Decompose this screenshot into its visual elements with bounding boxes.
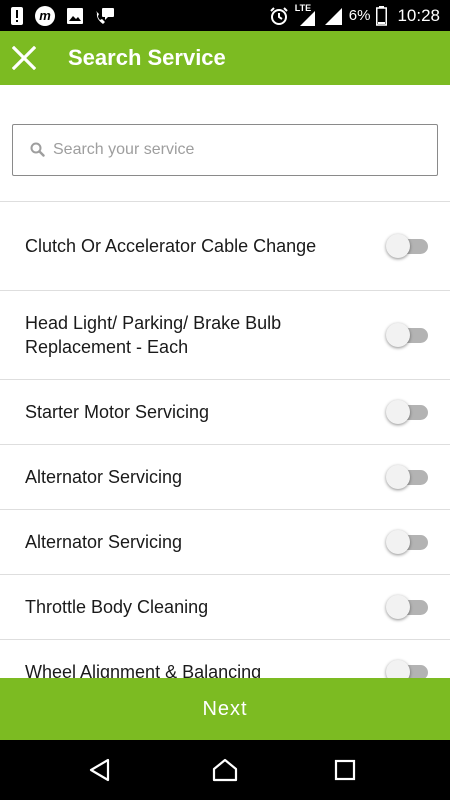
recents-icon (334, 759, 356, 781)
service-toggle[interactable] (386, 233, 430, 259)
toggle-thumb (386, 660, 410, 678)
close-button[interactable] (0, 31, 48, 85)
toggle-thumb (386, 400, 410, 424)
service-name: Head Light/ Parking/ Brake Bulb Replacem… (25, 313, 282, 357)
service-name: Alternator Servicing (25, 532, 183, 552)
alert-icon (10, 6, 24, 26)
page-title: Search Service (68, 45, 226, 70)
toggle-thumb (386, 323, 410, 347)
clock: 10:28 (397, 5, 440, 25)
search-box[interactable] (12, 124, 438, 176)
search-icon (30, 142, 45, 162)
close-icon (12, 46, 36, 70)
system-icons: LTE 6% 10:28 (269, 0, 440, 31)
service-toggle[interactable] (386, 399, 430, 425)
service-toggle[interactable] (386, 464, 430, 490)
service-row[interactable]: Head Light/ Parking/ Brake Bulb Replacem… (0, 291, 450, 380)
lte-signal-icon: LTE (295, 3, 317, 27)
toggle-thumb (386, 465, 410, 489)
home-icon (212, 758, 238, 782)
app-toolbar: Search Service (0, 31, 450, 85)
signal-icon (323, 6, 343, 26)
back-icon (89, 758, 110, 782)
toggle-thumb (386, 530, 410, 554)
service-row[interactable]: Starter Motor Servicing (0, 380, 450, 445)
service-row[interactable]: Clutch Or Accelerator Cable Change (0, 202, 450, 291)
notification-icons: m (10, 0, 115, 31)
service-row[interactable]: Wheel Alignment & Balancing (0, 640, 450, 678)
service-row[interactable]: Alternator Servicing (0, 445, 450, 510)
battery-percent: 6% (348, 7, 371, 24)
phone-chat-icon (95, 7, 115, 25)
service-name: Starter Motor Servicing (25, 402, 210, 422)
service-name: Throttle Body Cleaning (25, 597, 209, 617)
status-bar: m LTE 6% 10:28 (0, 0, 450, 31)
image-icon (66, 7, 84, 25)
service-toggle[interactable] (386, 322, 430, 348)
service-name: Alternator Servicing (25, 467, 183, 487)
toggle-thumb (386, 234, 410, 258)
m-app-icon: m (35, 5, 55, 26)
service-name: Clutch Or Accelerator Cable Change (25, 236, 317, 256)
next-button[interactable]: Next (0, 678, 450, 740)
recents-button[interactable] (315, 740, 375, 800)
navigation-bar (0, 740, 450, 800)
service-toggle[interactable] (386, 659, 430, 678)
service-list: Clutch Or Accelerator Cable Change Head … (0, 201, 450, 678)
service-name: Wheel Alignment & Balancing (25, 662, 262, 678)
battery-icon (376, 5, 388, 26)
service-toggle[interactable] (386, 594, 430, 620)
home-button[interactable] (195, 740, 255, 800)
service-toggle[interactable] (386, 529, 430, 555)
service-row[interactable]: Throttle Body Cleaning (0, 575, 450, 640)
search-input[interactable] (53, 125, 423, 175)
toggle-thumb (386, 595, 410, 619)
back-button[interactable] (70, 740, 130, 800)
service-row[interactable]: Alternator Servicing (0, 510, 450, 575)
alarm-icon (269, 6, 289, 26)
